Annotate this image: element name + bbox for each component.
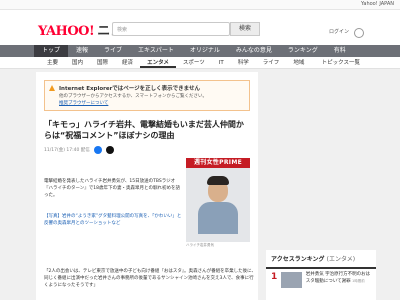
tab-sports[interactable]: スポーツ [176,57,212,68]
user-icon[interactable] [354,28,364,38]
tab-economy[interactable]: 経済 [115,57,140,68]
nav-live[interactable]: ライブ [96,45,130,57]
nav-paid[interactable]: 有料 [326,45,354,57]
article-body: 「2人の出会いは、テレビ東京で放送中の子ども向け番組『おはスタ』。奥森さんが番組… [44,269,256,288]
ranking-category: (エンタメ) [326,256,356,263]
ranking-text: 岩井勇気 宇治原行方不明のおはスタ騒動について謝罪 1時間前 [306,272,371,288]
ranking-thumbnail [280,272,302,288]
sidebar-ad-space [266,72,376,242]
article-lead: 電撃結婚を発表したハライチ岩井勇気が、15日放送のTBSラジオ『ハライチのターン… [44,179,180,198]
article-date: 11/17(金) 17:40 配信 [44,148,90,153]
ranking-time: 1時間前 [352,279,365,283]
photo-credit: ハライチ岩井勇気 [186,243,214,247]
photo-person-hair [207,176,229,185]
tab-domestic[interactable]: 国内 [65,57,90,68]
tab-life[interactable]: ライフ [256,57,287,68]
x-share-icon[interactable] [105,146,114,154]
article-headline: 「キモっ」ハライチ岩井、電撃結婚もいまだ芸人仲間からは“祝福コメント”ほぼナシの… [44,120,244,140]
page: Yahoo! JAPAN YAHOO! ニュース 検索 検索 ログイン トップ … [0,0,400,300]
nav-ranking[interactable]: ランキング [280,45,326,57]
site-header: YAHOO! ニュース 検索 検索 ログイン [0,10,400,45]
top-ad-strip: Yahoo! JAPAN [0,0,400,10]
warning-title: Internet Explorerではページを正しく表示できません [59,86,201,92]
ranking-title-text: アクセスランキング [271,256,325,263]
nav-expert[interactable]: エキスパート [130,45,182,57]
header-links: ログイン [329,28,364,38]
photo-person-body [198,202,238,234]
topics-list-link[interactable]: トピックス一覧 [322,57,360,68]
recommended-browser-link[interactable]: 推奨ブラウザーについて [59,100,244,106]
nav-opinion[interactable]: みんなの意見 [228,45,280,57]
article-meta: 11/17(金) 17:40 配信 [44,146,250,154]
logo-yahoo: YAHOO! [38,24,95,39]
main-nav: トップ 速報 ライブ エキスパート オリジナル みんなの意見 ランキング 有料 [0,45,400,57]
browser-warning: Internet Explorerではページを正しく表示できません 他のブラウザ… [44,80,250,111]
article-photo[interactable]: 週刊女性PRIME [186,158,250,242]
photo-gallery-link[interactable]: 【写真】岩井の“ようき家”グタ髪料理公開の写真を、「かわいい」と反響の奥森皐月と… [44,213,182,227]
tab-local[interactable]: 地域 [286,57,311,68]
tab-entertainment[interactable]: エンタメ [140,57,176,68]
access-ranking: アクセスランキング (エンタメ) 1 岩井勇気 宇治原行方不明のおはスタ騒動につ… [266,250,376,300]
search-input[interactable]: 検索 [112,22,230,36]
tab-main[interactable]: 主要 [40,57,65,68]
warning-icon [49,85,55,91]
ranking-item[interactable]: 1 岩井勇気 宇治原行方不明のおはスタ騒動について謝罪 1時間前 [266,269,376,291]
ranking-title: アクセスランキング (エンタメ) [266,250,376,269]
tab-world[interactable]: 国際 [90,57,115,68]
search-button[interactable]: 検索 [230,22,260,36]
nav-top[interactable]: トップ [34,45,69,57]
facebook-share-icon[interactable] [93,146,102,154]
promo-link[interactable]: Yahoo! JAPAN [361,1,394,7]
tab-it[interactable]: IT [212,57,231,68]
tab-science[interactable]: 科学 [231,57,256,68]
nav-breaking[interactable]: 速報 [68,45,96,57]
login-link[interactable]: ログイン [329,28,349,38]
photo-source-label: 週刊女性PRIME [186,158,250,168]
nav-original[interactable]: オリジナル [182,45,228,57]
ranking-number: 1 [271,272,278,282]
category-nav: 主要 国内 国際 経済 エンタメ スポーツ IT 科学 ライフ 地域 トピックス… [0,57,400,69]
